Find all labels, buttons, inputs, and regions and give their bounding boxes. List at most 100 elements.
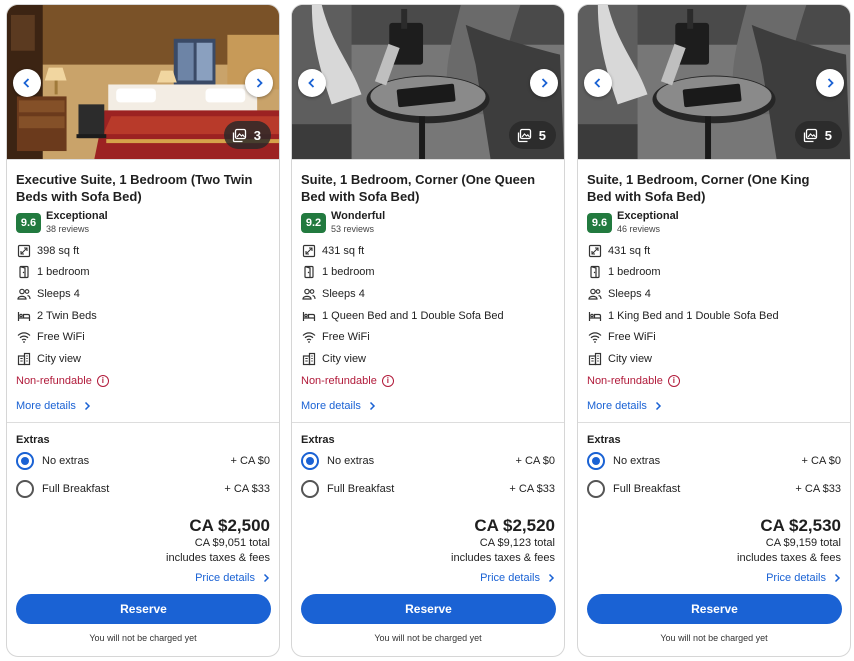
radio-button[interactable] bbox=[587, 451, 605, 470]
feature-item: Sleeps 4 bbox=[301, 283, 555, 305]
more-details-link[interactable]: More details bbox=[16, 398, 270, 414]
more-details-label: More details bbox=[301, 399, 361, 412]
nonrefundable-label: Non-refundable bbox=[301, 374, 377, 387]
feature-label: City view bbox=[37, 352, 82, 365]
info-icon[interactable]: i bbox=[381, 374, 394, 387]
extra-option-radio-label[interactable]: Full Breakfast bbox=[301, 479, 394, 498]
extra-option-radio-label[interactable]: No extras bbox=[587, 451, 660, 470]
feature-label: 1 bedroom bbox=[322, 266, 375, 279]
room-title: Executive Suite, 1 Bedroom (Two Twin Bed… bbox=[16, 172, 253, 204]
price-details-link[interactable]: Price details bbox=[301, 572, 555, 584]
feature-item: 431 sq ft bbox=[301, 240, 555, 262]
next-photo-button[interactable] bbox=[816, 69, 844, 97]
price-details-label: Price details bbox=[195, 571, 255, 584]
extra-option-radio-label[interactable]: No extras bbox=[16, 451, 89, 470]
rating-score-badge: 9.6 bbox=[587, 212, 612, 233]
reserve-button[interactable]: Reserve bbox=[16, 593, 271, 624]
extras-options: No extras + CA $0 Full Breakfast + CA $33 bbox=[16, 447, 270, 503]
extras-heading: Extras bbox=[16, 433, 50, 446]
review-count: 53 reviews bbox=[331, 224, 375, 234]
extra-option-radio-label[interactable]: Full Breakfast bbox=[587, 479, 681, 498]
chevron-right-icon bbox=[263, 573, 270, 582]
next-photo-button[interactable] bbox=[530, 69, 558, 97]
feature-item: Free WiFi bbox=[587, 326, 841, 348]
extra-option-price: + CA $33 bbox=[224, 482, 270, 495]
price-details-link[interactable]: Price details bbox=[16, 572, 270, 584]
info-icon[interactable]: i bbox=[96, 374, 109, 387]
area-icon bbox=[16, 243, 32, 259]
extra-option: Full Breakfast + CA $33 bbox=[301, 475, 555, 503]
extra-option-label: No extras bbox=[327, 454, 375, 467]
guests-icon bbox=[587, 286, 603, 302]
gallery-icon bbox=[232, 128, 246, 142]
bed-icon bbox=[301, 308, 317, 324]
room-photo[interactable]: 5 bbox=[292, 5, 564, 160]
reserve-button[interactable]: Reserve bbox=[301, 593, 556, 624]
feature-label: 2 Twin Beds bbox=[37, 309, 97, 322]
room-title: Suite, 1 Bedroom, Corner (One King Bed w… bbox=[587, 172, 810, 204]
photo-count: 3 bbox=[253, 127, 261, 143]
next-photo-button[interactable] bbox=[245, 69, 273, 97]
wifi-icon bbox=[301, 329, 317, 345]
refund-policy: Non-refundable i bbox=[16, 372, 270, 390]
extras-options: No extras + CA $0 Full Breakfast + CA $33 bbox=[587, 447, 841, 503]
feature-label: 1 Queen Bed and 1 Double Sofa Bed bbox=[322, 309, 504, 322]
rating: 9.2 Wonderful 53 reviews bbox=[301, 210, 555, 235]
divider bbox=[578, 421, 850, 423]
previous-photo-button[interactable] bbox=[13, 69, 41, 97]
extra-option-price: + CA $33 bbox=[509, 482, 555, 495]
radio-button[interactable] bbox=[16, 479, 34, 498]
feature-label: 1 bedroom bbox=[608, 266, 661, 279]
extra-option: No extras + CA $0 bbox=[301, 447, 555, 475]
feature-label: Sleeps 4 bbox=[37, 287, 80, 300]
chevron-right-icon bbox=[655, 401, 661, 410]
gallery-button[interactable]: 3 bbox=[223, 121, 271, 149]
radio-button[interactable] bbox=[301, 479, 319, 498]
room-card-2: 5 Suite, 1 Bedroom, Corner (One Queen Be… bbox=[291, 4, 565, 657]
reserve-button[interactable]: Reserve bbox=[587, 593, 842, 624]
rating-label: Exceptional bbox=[617, 210, 679, 222]
feature-item: 398 sq ft bbox=[16, 240, 270, 262]
not-charged-note: You will not be charged yet bbox=[374, 632, 482, 643]
price-details-link[interactable]: Price details bbox=[587, 572, 841, 584]
extra-option-label: Full Breakfast bbox=[613, 482, 681, 495]
room-photo[interactable]: 3 bbox=[7, 5, 279, 160]
chevron-right-icon bbox=[827, 78, 834, 88]
radio-button[interactable] bbox=[16, 451, 34, 470]
gallery-button[interactable]: 5 bbox=[794, 121, 842, 149]
taxes-note: includes taxes & fees bbox=[451, 551, 555, 564]
gallery-button[interactable]: 5 bbox=[508, 121, 556, 149]
wifi-icon bbox=[587, 329, 603, 345]
rating-score-badge: 9.6 bbox=[16, 212, 41, 233]
extra-option-price: + CA $0 bbox=[801, 454, 841, 467]
total-price: CA $9,123 total bbox=[479, 536, 555, 549]
price-block: CA $2,520 CA $9,123 total includes taxes… bbox=[301, 516, 555, 566]
previous-photo-button[interactable] bbox=[584, 69, 612, 97]
chevron-left-icon bbox=[23, 78, 30, 88]
more-details-label: More details bbox=[587, 399, 647, 412]
extra-option-radio-label[interactable]: No extras bbox=[301, 451, 375, 470]
more-details-link[interactable]: More details bbox=[587, 398, 841, 414]
feature-item: Sleeps 4 bbox=[587, 283, 841, 305]
info-icon[interactable]: i bbox=[667, 374, 680, 387]
rating-label: Wonderful bbox=[331, 210, 386, 222]
more-details-label: More details bbox=[16, 399, 76, 412]
feature-item: City view bbox=[16, 348, 270, 370]
city-view-icon bbox=[16, 351, 32, 367]
radio-button[interactable] bbox=[587, 479, 605, 498]
extras-heading: Extras bbox=[587, 433, 621, 446]
chevron-right-icon bbox=[548, 573, 555, 582]
extras-heading: Extras bbox=[301, 433, 335, 446]
chevron-right-icon bbox=[541, 78, 548, 88]
taxes-note: includes taxes & fees bbox=[737, 551, 841, 564]
room-photo[interactable]: 5 bbox=[578, 5, 850, 160]
nightly-price: CA $2,520 bbox=[474, 515, 555, 535]
radio-button[interactable] bbox=[301, 451, 319, 470]
extra-option-radio-label[interactable]: Full Breakfast bbox=[16, 479, 109, 498]
previous-photo-button[interactable] bbox=[298, 69, 326, 97]
features-list: 398 sq ft 1 bedroom Sleeps 4 2 Twin Beds Fre… bbox=[16, 240, 270, 370]
nonrefundable-label: Non-refundable bbox=[587, 374, 663, 387]
price-block: CA $2,530 CA $9,159 total includes taxes… bbox=[587, 516, 841, 566]
extra-option: No extras + CA $0 bbox=[16, 447, 270, 475]
more-details-link[interactable]: More details bbox=[301, 398, 555, 414]
